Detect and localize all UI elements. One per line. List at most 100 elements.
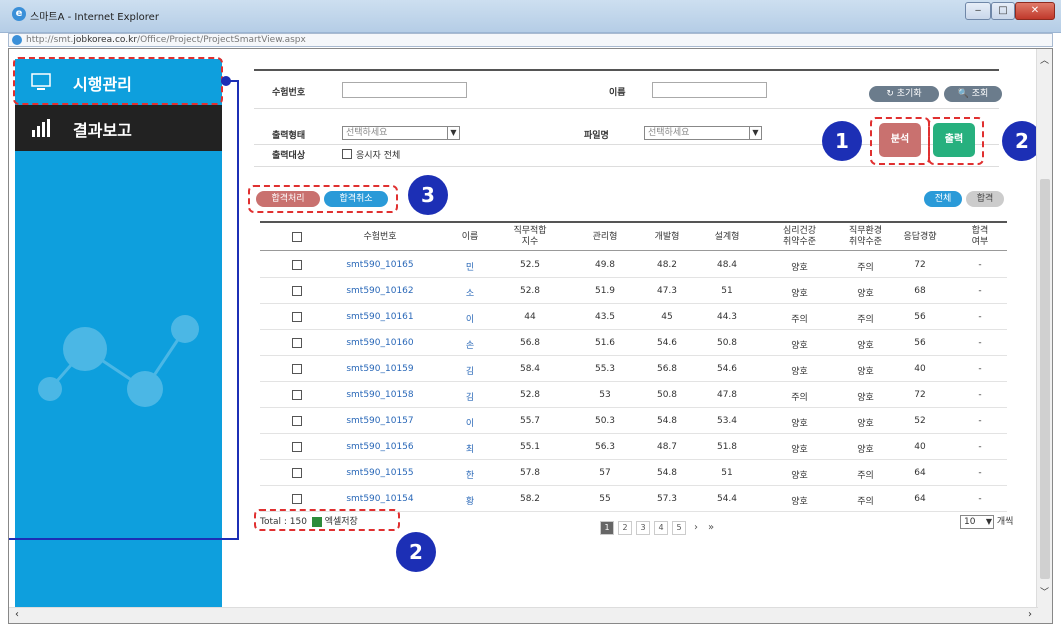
- table-cell: 50.3: [594, 416, 616, 426]
- table-row[interactable]: smt590_10155 한 57.8 57 54.8 51 양호 주의 64 -: [260, 460, 1007, 486]
- table-cell: 57.8: [519, 468, 541, 478]
- row-checkbox[interactable]: [292, 390, 302, 400]
- window-title: 스마트A - Internet Explorer: [30, 12, 159, 23]
- name-link[interactable]: 민: [450, 260, 490, 273]
- sidebar-highlight-box: [13, 57, 223, 105]
- table-row[interactable]: smt590_10157 이 55.7 50.3 54.8 53.4 양호 양호 52 -: [260, 408, 1007, 434]
- pass-cancel-button[interactable]: 합격취소: [324, 191, 388, 207]
- name-link[interactable]: 최: [450, 442, 490, 455]
- last-page-button[interactable]: »: [708, 522, 714, 533]
- page-1-button[interactable]: 1: [600, 521, 614, 535]
- connector-line: [237, 80, 239, 540]
- pagination: 1 2 3 4 5 › »: [600, 521, 800, 537]
- exam-no-link[interactable]: smt590_10157: [330, 416, 430, 426]
- filter-all-button[interactable]: 전체: [924, 191, 962, 207]
- select-all-checkbox[interactable]: [292, 232, 302, 242]
- exam-no-link[interactable]: smt590_10155: [330, 468, 430, 478]
- horizontal-scrollbar[interactable]: ‹ ›: [9, 607, 1038, 623]
- table-cell: -: [978, 494, 982, 504]
- table-cell: 주의: [857, 263, 874, 273]
- next-page-button[interactable]: ›: [694, 522, 698, 533]
- table-row[interactable]: smt590_10156 최 55.1 56.3 48.7 51.8 양호 양호 40 -: [260, 434, 1007, 460]
- output-type-select[interactable]: 선택하세요 ▼: [342, 126, 460, 140]
- table-row[interactable]: smt590_10158 김 52.8 53 50.8 47.8 주의 양호 72 -: [260, 382, 1007, 408]
- name-link[interactable]: 김: [450, 364, 490, 377]
- table-cell: 양호: [791, 445, 808, 455]
- pass-process-button[interactable]: 합격처리: [256, 191, 320, 207]
- row-checkbox[interactable]: [292, 416, 302, 426]
- row-checkbox[interactable]: [292, 338, 302, 348]
- name-label: 이름: [609, 88, 626, 98]
- all-candidates-checkbox[interactable]: [342, 149, 352, 159]
- exam-no-link[interactable]: smt590_10160: [330, 338, 430, 348]
- table-row[interactable]: smt590_10162 소 52.8 51.9 47.3 51 양호 양호 68 -: [260, 278, 1007, 304]
- scroll-thumb[interactable]: [1040, 179, 1050, 579]
- page-3-button[interactable]: 3: [636, 521, 650, 535]
- table-row[interactable]: smt590_10161 이 44 43.5 45 44.3 주의 주의 56 -: [260, 304, 1007, 330]
- exam-no-link[interactable]: smt590_10162: [330, 286, 430, 296]
- address-bar[interactable]: http://smt.jobkorea.co.kr/Office/Project…: [8, 33, 1053, 47]
- print-button[interactable]: 출력: [933, 123, 975, 157]
- table-cell: 53: [599, 390, 611, 400]
- row-checkbox[interactable]: [292, 286, 302, 296]
- name-link[interactable]: 소: [450, 286, 490, 299]
- exam-no-link[interactable]: smt590_10156: [330, 442, 430, 452]
- close-button[interactable]: ✕: [1015, 2, 1055, 20]
- exam-no-link[interactable]: smt590_10159: [330, 364, 430, 374]
- row-checkbox[interactable]: [292, 468, 302, 478]
- filename-select[interactable]: 선택하세요 ▼: [644, 126, 762, 140]
- name-link[interactable]: 이: [450, 312, 490, 325]
- row-checkbox[interactable]: [292, 260, 302, 270]
- address-url: http://smt.jobkorea.co.kr/Office/Project…: [26, 35, 306, 45]
- table-cell: 68: [914, 286, 926, 296]
- scroll-up-icon[interactable]: ︿: [1040, 53, 1049, 66]
- table-cell: 양호: [791, 497, 808, 507]
- row-checkbox[interactable]: [292, 442, 302, 452]
- connector-dot: [221, 76, 231, 86]
- vertical-scrollbar[interactable]: ︿ ﹀: [1036, 49, 1052, 623]
- name-link[interactable]: 손: [450, 338, 490, 351]
- reset-button[interactable]: ↻ 초기화: [869, 86, 939, 102]
- table-cell: 50.8: [716, 338, 738, 348]
- row-checkbox[interactable]: [292, 494, 302, 504]
- name-link[interactable]: 한: [450, 468, 490, 481]
- exam-no-link[interactable]: smt590_10161: [330, 312, 430, 322]
- name-input[interactable]: [652, 82, 767, 98]
- table-cell: 양호: [791, 263, 808, 273]
- row-checkbox[interactable]: [292, 364, 302, 374]
- page-5-button[interactable]: 5: [672, 521, 686, 535]
- maximize-button[interactable]: □: [991, 2, 1015, 20]
- analyze-button[interactable]: 분석: [879, 123, 921, 157]
- exam-no-link[interactable]: smt590_10165: [330, 260, 430, 270]
- name-link[interactable]: 김: [450, 390, 490, 403]
- row-checkbox[interactable]: [292, 312, 302, 322]
- exam-no-link[interactable]: smt590_10158: [330, 390, 430, 400]
- table-row[interactable]: smt590_10159 김 58.4 55.3 56.8 54.6 양호 양호 40 -: [260, 356, 1007, 382]
- search-button[interactable]: 🔍 조회: [944, 86, 1002, 102]
- name-link[interactable]: 황: [450, 494, 490, 507]
- table-cell: 56: [914, 338, 926, 348]
- page-4-button[interactable]: 4: [654, 521, 668, 535]
- name-link[interactable]: 이: [450, 416, 490, 429]
- column-header: 직무환경 취약수준: [848, 226, 883, 247]
- exam-no-input[interactable]: [342, 82, 467, 98]
- table-row[interactable]: smt590_10160 손 56.8 51.6 54.6 50.8 양호 양호 56 -: [260, 330, 1007, 356]
- page-2-button[interactable]: 2: [618, 521, 632, 535]
- table-cell: 52: [914, 416, 926, 426]
- scroll-left-icon[interactable]: ‹: [15, 609, 19, 620]
- minimize-button[interactable]: ‒: [965, 2, 991, 20]
- scroll-right-icon[interactable]: ›: [1028, 609, 1032, 620]
- exam-no-link[interactable]: smt590_10154: [330, 494, 430, 504]
- connector-line: [9, 538, 239, 540]
- table-cell: 52.5: [519, 260, 541, 270]
- sidebar-item-report[interactable]: 결과보고: [15, 105, 222, 151]
- table-cell: 56.8: [519, 338, 541, 348]
- filter-pass-button[interactable]: 합격: [966, 191, 1004, 207]
- column-header: 수험번호: [363, 232, 397, 242]
- table-cell: 49.8: [594, 260, 616, 270]
- table-row[interactable]: smt590_10165 민 52.5 49.8 48.2 48.4 양호 주의 72 -: [260, 252, 1007, 278]
- scroll-down-icon[interactable]: ﹀: [1040, 585, 1049, 598]
- column-header: 설계형: [714, 232, 740, 242]
- exam-no-label: 수험번호: [272, 88, 306, 98]
- per-page-select[interactable]: 10 ▼: [960, 515, 994, 529]
